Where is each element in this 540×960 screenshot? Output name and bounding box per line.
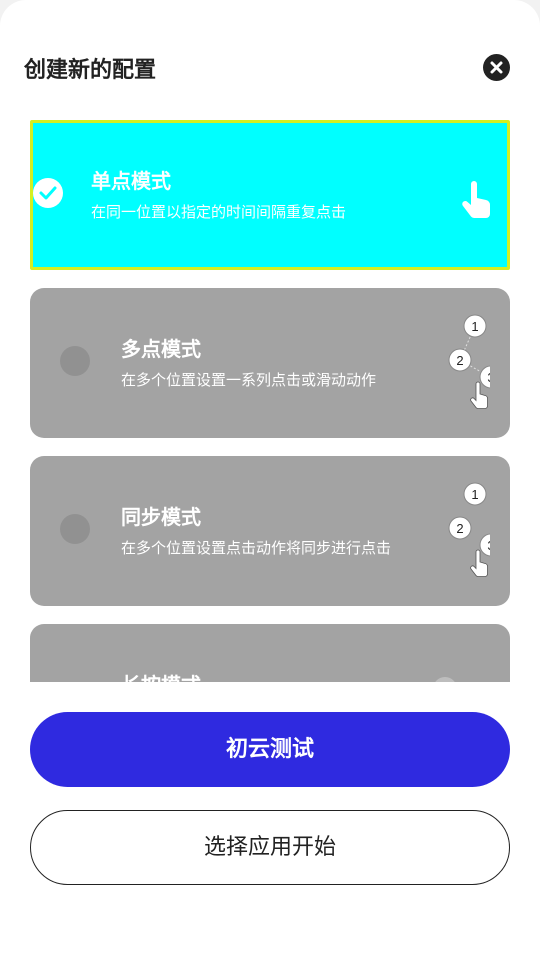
svg-text:3: 3 bbox=[487, 370, 490, 385]
long-press-icon-partial bbox=[435, 677, 455, 682]
mode-title: 多点模式 bbox=[121, 337, 201, 361]
radio-unselected bbox=[60, 514, 90, 544]
mode-description: 在多个位置设置点击动作将同步进行点击 bbox=[121, 539, 392, 557]
single-tap-hand-icon bbox=[462, 181, 491, 218]
multi-point-hand-icon: 1 2 3 bbox=[448, 314, 490, 409]
mode-title: 同步模式 bbox=[121, 505, 201, 529]
svg-text:1: 1 bbox=[471, 319, 478, 334]
choose-app-button[interactable]: 选择应用开始 bbox=[30, 810, 510, 885]
sheet-header: 创建新的配置 bbox=[0, 0, 540, 120]
radio-unselected bbox=[60, 346, 90, 376]
svg-text:2: 2 bbox=[456, 521, 463, 536]
close-icon bbox=[490, 61, 503, 74]
mode-card-sync[interactable]: 同步模式 在多个位置设置点击动作将同步进行点击 1 2 3 bbox=[30, 456, 510, 606]
check-circle-icon bbox=[33, 178, 63, 208]
svg-text:3: 3 bbox=[487, 538, 490, 553]
mode-description: 在多个位置设置一系列点击或滑动动作 bbox=[121, 371, 377, 389]
close-button[interactable] bbox=[483, 54, 510, 81]
sync-point-hand-icon: 1 2 3 bbox=[448, 482, 490, 577]
mode-card-single[interactable]: 单点模式 在同一位置以指定的时间间隔重复点击 bbox=[30, 120, 510, 270]
mode-description: 在同一位置以指定的时间间隔重复点击 bbox=[91, 203, 347, 221]
svg-text:2: 2 bbox=[456, 353, 463, 368]
mode-card-longpress[interactable]: 长按模式 bbox=[30, 624, 510, 682]
mode-title: 长按模式 bbox=[121, 669, 201, 682]
mode-card-multi[interactable]: 多点模式 在多个位置设置一系列点击或滑动动作 1 2 3 bbox=[30, 288, 510, 438]
mode-title: 单点模式 bbox=[91, 169, 171, 193]
svg-text:1: 1 bbox=[471, 487, 478, 502]
start-test-button[interactable]: 初云测试 bbox=[30, 712, 510, 787]
mode-list[interactable]: 单点模式 在同一位置以指定的时间间隔重复点击 多点模式 在多个位置设置一系列点击… bbox=[0, 120, 540, 682]
config-sheet: 创建新的配置 单点模式 在同一位置以指定的时间间隔重复点击 多点模式 在多个位置… bbox=[0, 0, 540, 960]
page-title: 创建新的配置 bbox=[24, 58, 157, 83]
